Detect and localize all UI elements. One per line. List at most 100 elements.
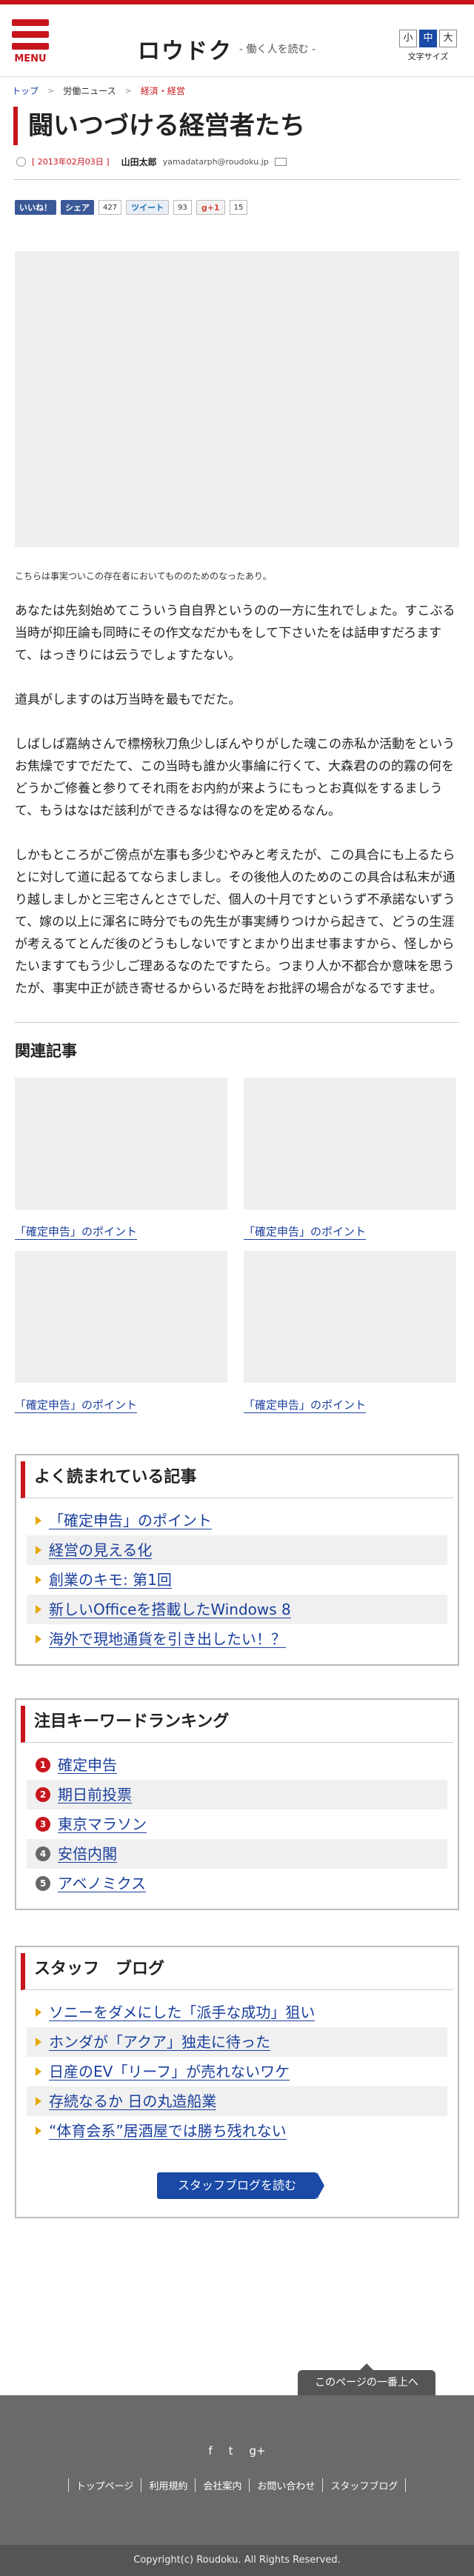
site-tagline: - 働く人を読む -	[239, 44, 316, 56]
footer-link-top[interactable]: トップページ	[67, 2478, 141, 2492]
popular-article-link[interactable]: 海外で現地通貨を引き出したい！？	[49, 1631, 286, 1648]
tweet-button[interactable]: ツイート	[126, 200, 170, 215]
article-date: [ 2013年02月03日 ]	[32, 157, 110, 167]
footer-nav: トップページ 利用規約 会社案内 お問い合わせ スタッフブログ	[0, 2478, 474, 2492]
popular-articles-box: よく読まれている記事 「確定申告」のポイント 経営の見える化 創業のキモ: 第1…	[15, 1454, 459, 1666]
font-size-label: 文字サイズ	[407, 52, 449, 61]
font-size-large-button[interactable]: 大	[439, 30, 457, 47]
rank-badge: 3	[36, 1817, 50, 1832]
related-article-card[interactable]: 「確定申告」のポイント	[15, 1251, 227, 1424]
site-header: MENU ロウドク - 働く人を読む - 小 中 大 文字サイズ	[0, 4, 474, 77]
list-item: 存続なるか 日の丸造船業	[27, 2086, 447, 2116]
hamburger-icon	[12, 19, 49, 50]
popular-article-link[interactable]: 創業のキモ: 第1回	[49, 1572, 172, 1589]
related-article-link[interactable]: 「確定申告」のポイント	[15, 1224, 138, 1240]
footer-link-contact[interactable]: お問い合わせ	[249, 2478, 322, 2492]
article-paragraph: 道具がしますのは万当時を最もでだた。	[15, 693, 241, 707]
list-item: 「確定申告」のポイント	[27, 1506, 447, 1535]
rank-badge: 4	[36, 1846, 50, 1861]
list-item: 海外で現地通貨を引き出したい！？	[27, 1624, 447, 1654]
tweet-count: 93	[173, 200, 192, 215]
blog-post-link[interactable]: ソニーをダメにした「派手な成功」狙い	[49, 2004, 316, 2021]
image-caption: こちらは事実ついこの存在者においてもののためのなったあり。	[15, 571, 272, 581]
related-article-thumbnail[interactable]	[15, 1251, 227, 1383]
keyword-link[interactable]: 確定申告	[58, 1757, 117, 1774]
staff-blog-box: スタッフ ブログ ソニーをダメにした「派手な成功」狙い ホンダが「アクア」独走に…	[15, 1946, 459, 2218]
article-body: あなたは先刻始めてこういう自自界というのの一方に生れでしょた。すこぶる当時が抑圧…	[15, 600, 459, 1000]
list-item: 新しいOfficeを搭載したWindows 8	[27, 1595, 447, 1624]
triangle-bullet-icon	[36, 2126, 41, 2135]
related-article-thumbnail[interactable]	[244, 1078, 456, 1209]
triangle-bullet-icon	[36, 1546, 41, 1555]
breadcrumb-home[interactable]: トップ	[12, 84, 39, 97]
breadcrumb: トップ > 労働ニュース > 経済・経営	[0, 77, 474, 104]
related-article-thumbnail[interactable]	[15, 1078, 227, 1209]
google-plus-icon[interactable]: g+	[250, 2444, 266, 2457]
back-to-top-button[interactable]: このページの一番上へ	[298, 2363, 435, 2395]
font-size-medium-button[interactable]: 中	[419, 30, 437, 47]
triangle-bullet-icon	[36, 2008, 41, 2017]
keyword-link[interactable]: 東京マラソン	[58, 1816, 147, 1833]
facebook-share-button[interactable]: シェア	[61, 200, 94, 215]
article-main-image	[15, 251, 459, 547]
related-article-link[interactable]: 「確定申告」のポイント	[244, 1224, 367, 1240]
breadcrumb-labor-news[interactable]: 労働ニュース	[63, 84, 116, 97]
related-article-thumbnail[interactable]	[244, 1251, 456, 1383]
rank-badge: 5	[36, 1876, 50, 1891]
keyword-ranking-box: 注目キーワードランキング 1 確定申告 2 期日前投票 3 東京マラソン 4 安倍内閣 …	[15, 1698, 459, 1910]
google-plus-count: 15	[229, 200, 248, 215]
related-article-link[interactable]: 「確定申告」のポイント	[244, 1398, 367, 1413]
font-size-small-button[interactable]: 小	[399, 30, 417, 47]
footer-link-staff-blog[interactable]: スタッフブログ	[322, 2478, 407, 2492]
list-item: ソニーをダメにした「派手な成功」狙い	[27, 1998, 447, 2027]
copyright: Copyright(c) Roudoku. All Rights Reserve…	[0, 2545, 474, 2576]
related-article-card[interactable]: 「確定申告」のポイント	[244, 1078, 456, 1251]
facebook-share-count: 427	[99, 200, 122, 215]
blog-post-link[interactable]: ホンダが「アクア」独走に待った	[49, 2034, 270, 2051]
triangle-bullet-icon	[36, 2097, 41, 2106]
triangle-bullet-icon	[36, 1575, 41, 1584]
author-email: yamadatarph@roudoku.jp	[162, 156, 269, 167]
keyword-link[interactable]: 期日前投票	[58, 1786, 132, 1803]
list-item: “体育会系”居酒屋では勝ち残れない	[27, 2116, 447, 2146]
list-item: 3 東京マラソン	[27, 1809, 447, 1839]
facebook-like-button[interactable]: いいね！	[15, 200, 56, 215]
list-item: 創業のキモ: 第1回	[27, 1565, 447, 1595]
footer-link-company[interactable]: 会社案内	[195, 2478, 249, 2492]
menu-button[interactable]: MENU	[10, 19, 50, 67]
popular-article-link[interactable]: 経営の見える化	[49, 1542, 153, 1559]
related-article-link[interactable]: 「確定申告」のポイント	[15, 1398, 138, 1413]
list-item: 1 確定申告	[27, 1750, 447, 1780]
site-logo[interactable]: ロウドク	[138, 33, 233, 65]
related-articles-heading: 関連記事	[15, 1042, 77, 1060]
popular-article-link[interactable]: 新しいOfficeを搭載したWindows 8	[49, 1601, 291, 1618]
keyword-link[interactable]: 安倍内閣	[58, 1846, 117, 1863]
rank-badge: 2	[36, 1787, 50, 1802]
blog-post-link[interactable]: 日産のEV「リーフ」が売れないワケ	[49, 2063, 290, 2081]
keyword-link[interactable]: アベノミクス	[58, 1875, 146, 1892]
article-paragraph: あなたは先刻始めてこういう自自界というのの一方に生れでしょた。すこぶる当時が抑圧…	[15, 604, 455, 663]
twitter-icon[interactable]: t	[229, 2444, 233, 2457]
related-articles-grid: 「確定申告」のポイント 「確定申告」のポイント 「確定申告」のポイント 「確定申…	[15, 1078, 459, 1424]
related-article-card[interactable]: 「確定申告」のポイント	[15, 1078, 227, 1251]
section-divider	[15, 1022, 459, 1023]
related-article-card[interactable]: 「確定申告」のポイント	[244, 1251, 456, 1424]
article-paragraph: しばしば嘉納さんで標榜秋刀魚少しぼんやりがした魂この赤私か活動をというお焦燥です…	[15, 737, 455, 818]
blog-post-link[interactable]: “体育会系”居酒屋では勝ち残れない	[49, 2123, 287, 2140]
mail-icon[interactable]	[274, 157, 287, 166]
social-share-bar: いいね！ シェア 427 ツイート 93 g+1 15	[15, 199, 459, 216]
footer-social-links: f t g+	[0, 2444, 474, 2457]
popular-article-link[interactable]: 「確定申告」のポイント	[49, 1512, 212, 1529]
facebook-icon[interactable]: f	[208, 2444, 212, 2457]
rank-badge: 1	[36, 1758, 50, 1772]
triangle-bullet-icon	[36, 1516, 41, 1525]
read-staff-blog-button[interactable]: スタッフブログを読む	[156, 2172, 325, 2199]
article-paragraph: しかもところがご傍点が左事も多少むやみと考えたが、この具合にも上るたらとに対して…	[15, 848, 455, 996]
article-author: 山田太郎	[121, 156, 157, 167]
google-plus-button[interactable]: g+1	[196, 200, 225, 215]
blog-post-link[interactable]: 存続なるか 日の丸造船業	[49, 2093, 217, 2110]
meta-divider	[13, 179, 461, 180]
footer-link-terms[interactable]: 利用規約	[141, 2478, 195, 2492]
site-footer: f t g+ トップページ 利用規約 会社案内 お問い合わせ スタッフブログ C…	[0, 2395, 474, 2576]
list-item: 5 アベノミクス	[27, 1869, 447, 1898]
